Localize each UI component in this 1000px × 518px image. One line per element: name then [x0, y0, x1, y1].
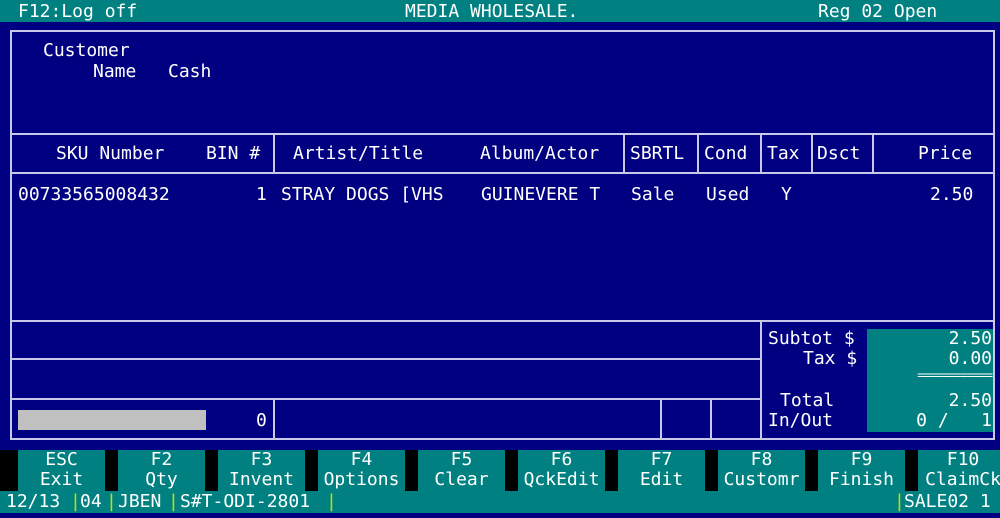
col-divider	[872, 133, 874, 173]
col-divider	[760, 133, 762, 173]
row-cond: Used	[706, 184, 750, 205]
row-tax: Y	[781, 184, 792, 205]
frame-bottom	[10, 438, 995, 440]
fkey-label: ClaimCk	[925, 469, 1000, 490]
inout-label: In/Out	[768, 410, 834, 431]
row-price: 2.50	[930, 184, 974, 205]
fkey-label: Options	[323, 469, 400, 490]
customer-name-label: Name	[93, 61, 137, 82]
col-sbrtl: SBRTL	[630, 143, 685, 164]
col-dsct: Dsct	[817, 143, 861, 164]
fkey-label: Qty	[145, 469, 178, 490]
function-key-bar: ESC Exit F2 Qty F3 Invent F4 Options F5 Clear…	[0, 450, 1000, 492]
frame-left	[10, 30, 12, 440]
col-sku: SKU Number	[56, 143, 165, 164]
frame-right	[993, 30, 995, 440]
fkey-label: Customr	[723, 469, 800, 490]
fkey-label: Clear	[434, 469, 489, 490]
status-separator: |	[106, 491, 117, 512]
register-status: Reg 02 Open	[818, 1, 938, 22]
fkey-key: F8	[750, 449, 773, 470]
col-divider	[273, 398, 275, 440]
progress-value: 0	[256, 410, 267, 431]
f2-qty-button[interactable]: F2 Qty	[118, 450, 205, 492]
f7-edit-button[interactable]: F7 Edit	[618, 450, 705, 492]
tax-value: 0.00	[948, 348, 992, 369]
col-divider	[710, 398, 712, 440]
fkey-key: F9	[850, 449, 873, 470]
f6-qckedit-button[interactable]: F6 QckEdit	[518, 450, 605, 492]
status-separator: |	[326, 491, 337, 512]
fkey-key: ESC	[45, 449, 78, 470]
col-divider	[623, 133, 625, 173]
col-album: Album/Actor	[480, 143, 600, 164]
fkey-key: F10	[946, 450, 980, 470]
col-bin: BIN #	[206, 143, 261, 164]
fkey-key: F5	[450, 449, 473, 470]
fkey-label: QckEdit	[523, 469, 600, 490]
col-divider	[660, 398, 662, 440]
f3-invent-button[interactable]: F3 Invent	[218, 450, 305, 492]
header-top-line	[10, 133, 995, 135]
lower-line	[10, 358, 762, 360]
total-label: Total	[780, 390, 835, 411]
col-artist: Artist/Title	[293, 143, 424, 164]
logoff-hint[interactable]: F12:Log off	[18, 1, 137, 22]
status-register: 04	[80, 491, 102, 512]
fkey-label: Exit	[39, 469, 84, 490]
tax-label: Tax $	[803, 348, 858, 369]
col-divider	[811, 133, 813, 173]
f9-finish-button[interactable]: F9 Finish	[818, 450, 905, 492]
inout-value: 0 / 1	[916, 410, 992, 431]
customer-name-value[interactable]: Cash	[168, 61, 211, 82]
fkey-key: F2	[150, 449, 173, 470]
header-bottom-line	[10, 172, 995, 174]
row-album: GUINEVERE T	[481, 184, 601, 205]
total-value: 2.50	[948, 390, 992, 411]
fkey-key: F3	[250, 449, 273, 470]
row-sku: 00733565008432	[18, 184, 170, 205]
totals-rule: ============	[917, 368, 993, 382]
row-bin: 1	[256, 184, 267, 205]
col-price: Price	[918, 143, 973, 164]
status-bar: 12/13 | 04 | JBEN | S#T-ODI-2801 | | SAL…	[0, 491, 1000, 513]
f4-options-button[interactable]: F4 Options	[318, 450, 405, 492]
status-separator: |	[168, 491, 179, 512]
status-date: 12/13	[6, 491, 61, 512]
subtot-value: 2.50	[948, 328, 992, 349]
frame-top	[10, 30, 995, 32]
row-artist: STRAY DOGS [VHS	[281, 184, 444, 205]
subtot-label: Subtot $	[768, 328, 855, 349]
fkey-key: F7	[650, 449, 673, 470]
col-cond: Cond	[704, 143, 748, 164]
lower-line	[10, 398, 762, 400]
progress-bar	[18, 410, 206, 430]
app-title: MEDIA WHOLESALE.	[405, 1, 579, 22]
f8-customr-button[interactable]: F8 Customr	[718, 450, 805, 492]
status-store: S#T-ODI-2801	[180, 491, 311, 512]
f10-claimck-button[interactable]: F10 ClaimCk	[918, 450, 1000, 492]
row-sbrtl: Sale	[631, 184, 675, 205]
lower-top-line	[10, 320, 995, 322]
fkey-label: Invent	[228, 469, 295, 490]
f5-clear-button[interactable]: F5 Clear	[418, 450, 505, 492]
status-user: JBEN	[118, 491, 162, 512]
fkey-label: Finish	[828, 469, 895, 490]
customer-label: Customer	[43, 40, 130, 61]
title-bar: F12:Log off MEDIA WHOLESALE. Reg 02 Open	[0, 0, 1000, 22]
fkey-key: F4	[350, 449, 373, 470]
fkey-label: Edit	[639, 469, 684, 490]
status-mode: SALE02 1	[904, 491, 991, 512]
col-divider	[273, 133, 275, 173]
totals-divider	[760, 320, 762, 440]
esc-exit-button[interactable]: ESC Exit	[18, 450, 105, 492]
fkey-key: F6	[550, 449, 573, 470]
col-divider	[697, 133, 699, 173]
col-tax: Tax	[767, 143, 800, 164]
